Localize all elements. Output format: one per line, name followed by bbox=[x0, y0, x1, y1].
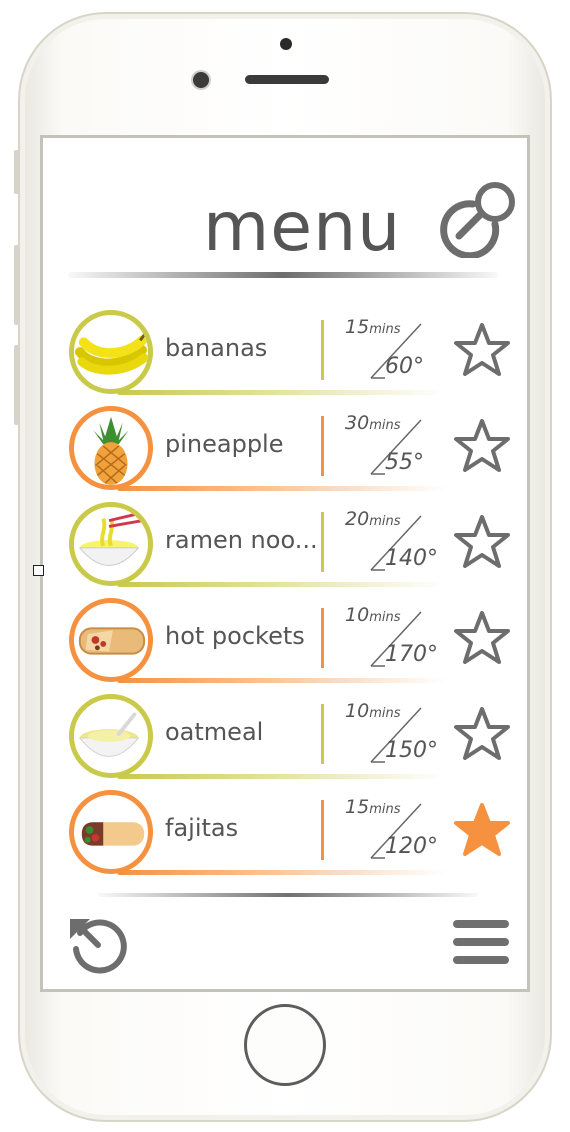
item-underline bbox=[117, 870, 447, 875]
menu-bar bbox=[453, 956, 509, 964]
hot-pocket-icon bbox=[78, 627, 146, 655]
ramen-bowl-icon bbox=[78, 511, 143, 566]
item-underline bbox=[117, 582, 447, 587]
item-divider bbox=[321, 416, 324, 476]
volume-up-button bbox=[14, 245, 19, 325]
cook-time-unit: mins bbox=[369, 322, 401, 337]
mute-switch bbox=[14, 150, 19, 194]
cook-time-unit: mins bbox=[369, 706, 401, 721]
star-icon[interactable] bbox=[453, 322, 511, 378]
food-thumbnail bbox=[69, 694, 153, 778]
list-item[interactable]: hot pockets 10mins 170° bbox=[65, 596, 515, 688]
menu-bar bbox=[453, 920, 509, 928]
fajita-icon bbox=[81, 822, 145, 846]
earpiece-speaker bbox=[245, 75, 329, 84]
page-title: menu bbox=[203, 188, 402, 267]
item-divider bbox=[321, 512, 324, 572]
item-underline bbox=[117, 678, 447, 683]
front-camera bbox=[193, 72, 209, 88]
banana-icon bbox=[74, 331, 148, 375]
selection-handle[interactable] bbox=[33, 565, 44, 576]
cook-time-value: 10 bbox=[345, 604, 370, 626]
food-thumbnail bbox=[69, 310, 153, 394]
cook-temperature: 55° bbox=[385, 450, 424, 475]
proximity-sensor bbox=[280, 38, 292, 50]
cook-temperature: 60° bbox=[385, 354, 424, 379]
star-icon[interactable] bbox=[453, 802, 511, 858]
item-name: bananas bbox=[165, 334, 268, 362]
cook-temperature: 140° bbox=[385, 546, 438, 571]
list-item[interactable]: ramen noo... 20mins 140° bbox=[65, 500, 515, 592]
list-item[interactable]: bananas 15mins 60° bbox=[65, 308, 515, 400]
item-divider bbox=[321, 608, 324, 668]
cook-time: 20mins bbox=[345, 508, 400, 530]
star-icon[interactable] bbox=[453, 514, 511, 570]
list-item[interactable]: pineapple 30mins 55° bbox=[65, 404, 515, 496]
cook-time: 30mins bbox=[345, 412, 400, 434]
cook-time: 10mins bbox=[345, 604, 400, 626]
app-screen: menu bananas 15mins 60° pineapple 30mins 55° r… bbox=[40, 135, 530, 992]
cook-time-unit: mins bbox=[369, 514, 401, 529]
item-name: pineapple bbox=[165, 430, 284, 458]
item-underline bbox=[117, 774, 447, 779]
cook-time-value: 30 bbox=[345, 412, 370, 434]
cook-temperature: 170° bbox=[385, 642, 438, 667]
title-divider bbox=[68, 272, 498, 278]
hamburger-menu-icon[interactable] bbox=[453, 920, 509, 968]
item-underline bbox=[117, 390, 447, 395]
cook-time: 15mins bbox=[345, 796, 400, 818]
cook-time-unit: mins bbox=[369, 418, 401, 433]
history-icon[interactable] bbox=[68, 913, 130, 975]
food-thumbnail bbox=[69, 598, 153, 682]
cook-time: 15mins bbox=[345, 316, 400, 338]
menu-bar bbox=[453, 938, 509, 946]
list-item[interactable]: fajitas 15mins 120° bbox=[65, 788, 515, 880]
item-divider bbox=[321, 320, 324, 380]
home-button[interactable] bbox=[244, 1004, 326, 1086]
item-name: oatmeal bbox=[165, 718, 264, 746]
cook-time-value: 20 bbox=[345, 508, 370, 530]
item-divider bbox=[321, 800, 324, 860]
volume-down-button bbox=[14, 345, 19, 425]
food-thumbnail bbox=[69, 790, 153, 874]
cook-time: 10mins bbox=[345, 700, 400, 722]
cook-temperature: 120° bbox=[385, 834, 438, 859]
item-name: fajitas bbox=[165, 814, 239, 842]
oatmeal-bowl-icon bbox=[78, 712, 140, 757]
food-thumbnail bbox=[69, 502, 153, 586]
star-icon[interactable] bbox=[453, 706, 511, 762]
pineapple-icon bbox=[93, 416, 129, 485]
cook-time-value: 15 bbox=[345, 796, 370, 818]
cook-time-value: 10 bbox=[345, 700, 370, 722]
item-underline bbox=[117, 486, 447, 491]
food-thumbnail bbox=[69, 406, 153, 490]
item-name: hot pockets bbox=[165, 622, 305, 650]
list-item[interactable]: oatmeal 10mins 150° bbox=[65, 692, 515, 784]
cook-time-value: 15 bbox=[345, 316, 370, 338]
cook-time-unit: mins bbox=[369, 802, 401, 817]
star-icon[interactable] bbox=[453, 610, 511, 666]
cook-temperature: 150° bbox=[385, 738, 438, 763]
item-divider bbox=[321, 704, 324, 764]
cook-time-unit: mins bbox=[369, 610, 401, 625]
search-icon[interactable] bbox=[437, 178, 519, 258]
list-bottom-divider bbox=[98, 893, 478, 897]
item-name: ramen noo... bbox=[165, 526, 318, 554]
star-icon[interactable] bbox=[453, 418, 511, 474]
